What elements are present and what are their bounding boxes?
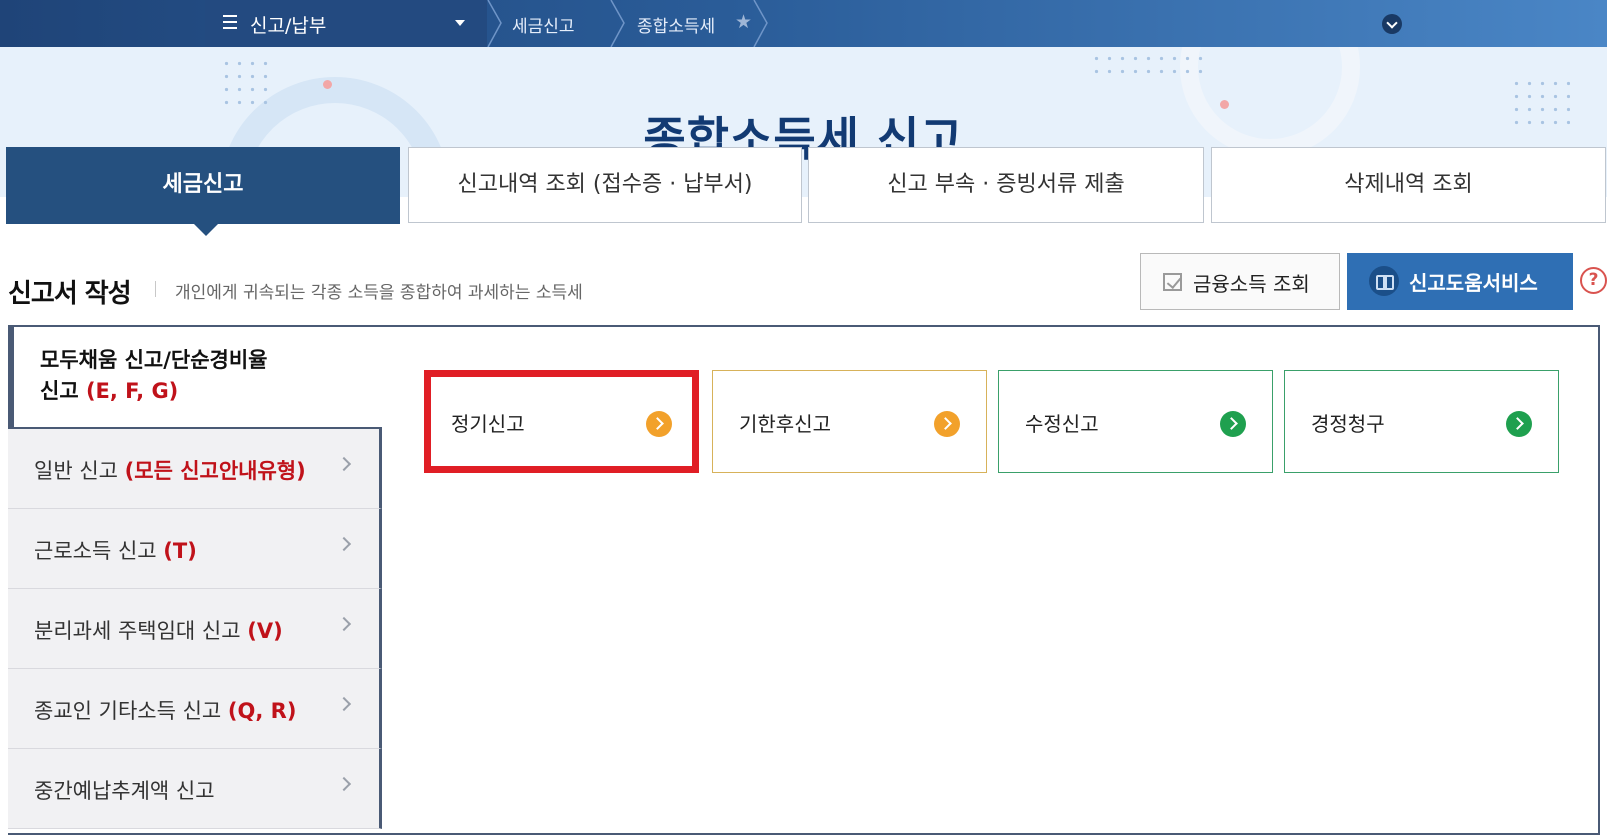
arrow-right-icon — [934, 411, 960, 437]
sidebar-item-general[interactable]: 일반 신고 (모든 신고안내유형) — [8, 429, 382, 509]
sidebar-item-label: 분리과세 주택임대 신고 — [34, 619, 241, 643]
card-amended-filing[interactable]: 수정신고 — [998, 370, 1273, 473]
decor-dots — [1090, 52, 1210, 80]
card-late-filing[interactable]: 기한후신고 — [712, 370, 987, 473]
sidebar-item-code: (E, F, G) — [85, 379, 179, 403]
breadcrumb-separator-icon — [610, 0, 625, 47]
sidebar-item-text: 근로소득 신고 (T) — [34, 535, 197, 565]
sidebar-item-label: 종교인 기타소득 신고 — [34, 699, 222, 723]
card-correction-claim[interactable]: 경정청구 — [1284, 370, 1559, 473]
sidebar-item-text: 종교인 기타소득 신고 (Q, R) — [34, 695, 296, 725]
button-label: 신고도움서비스 — [1409, 271, 1538, 295]
sidebar-item-prefilled[interactable]: 모두채움 신고/단순경비율 신고 (E, F, G) — [8, 325, 382, 429]
sidebar-item-text: 분리과세 주택임대 신고 (V) — [34, 615, 283, 645]
tab-bar: 세금신고 신고내역 조회 (접수증 · 납부서) 신고 부속 · 증빙서류 제출… — [0, 147, 1607, 225]
filing-type-sidebar: 모두채움 신고/단순경비율 신고 (E, F, G) 일반 신고 (모든 신고안… — [8, 325, 382, 835]
sidebar-item-code: (T) — [163, 539, 197, 563]
sidebar-item-label: 신고 — [40, 379, 79, 403]
chevron-right-icon — [336, 536, 352, 552]
caret-down-icon — [455, 20, 465, 26]
button-label: 금융소득 조회 — [1193, 272, 1310, 296]
active-tab-pointer — [193, 223, 219, 236]
arrow-right-icon — [1220, 411, 1246, 437]
expand-chevron-icon[interactable] — [1382, 14, 1402, 34]
card-label: 정기신고 — [451, 412, 525, 436]
help-question-icon[interactable]: ? — [1580, 267, 1607, 294]
divider — [155, 281, 156, 297]
sidebar-item-earned-income[interactable]: 근로소득 신고 (T) — [8, 509, 382, 589]
sidebar-item-interim-prepayment[interactable]: 중간예납추계액 신고 — [8, 749, 382, 829]
checkbox-icon — [1163, 273, 1182, 291]
sidebar-item-rental-income[interactable]: 분리과세 주택임대 신고 (V) — [8, 589, 382, 669]
card-label: 경정청구 — [1311, 412, 1385, 436]
arrow-right-icon — [1506, 411, 1532, 437]
financial-income-lookup-button[interactable]: 금융소득 조회 — [1140, 253, 1340, 310]
breadcrumb-separator-icon — [753, 0, 768, 47]
sidebar-item-label: 중간예납추계액 신고 — [34, 779, 215, 803]
chevron-right-icon — [336, 456, 352, 472]
sidebar-item-label: 일반 신고 — [34, 459, 118, 483]
tab-filing-history[interactable]: 신고내역 조회 (접수증 · 납부서) — [408, 147, 802, 223]
section-title: 신고서 작성 — [8, 279, 132, 309]
breadcrumb-tax-filing[interactable]: 세금신고 — [512, 12, 575, 37]
sidebar-item-label: 모두채움 신고/단순경비율 — [40, 348, 268, 372]
sidebar-item-text: 일반 신고 (모든 신고안내유형) — [34, 455, 306, 485]
menu-label: 신고/납부 — [250, 15, 327, 37]
filing-help-service-button[interactable]: 신고도움서비스 — [1347, 253, 1573, 310]
card-regular-filing[interactable]: 정기신고 — [424, 370, 699, 473]
breadcrumb-separator-icon — [487, 0, 502, 47]
sidebar-item-text: 중간예납추계액 신고 — [34, 775, 215, 805]
chevron-right-icon — [336, 696, 352, 712]
card-label: 기한후신고 — [739, 412, 831, 436]
chevron-right-icon — [336, 616, 352, 632]
chevron-right-icon — [336, 776, 352, 792]
arrow-right-icon — [646, 411, 672, 437]
sidebar-item-religious-income[interactable]: 종교인 기타소득 신고 (Q, R) — [8, 669, 382, 749]
sidebar-item-code: (V) — [247, 619, 283, 643]
sidebar-item-code: (Q, R) — [227, 699, 297, 723]
sidebar-item-label: 근로소득 신고 — [34, 539, 157, 563]
favorite-star-icon[interactable]: ★ — [735, 11, 752, 33]
hamburger-icon — [223, 15, 237, 29]
breadcrumb-income-tax[interactable]: 종합소득세 — [637, 12, 715, 37]
menu-dropdown[interactable]: 신고/납부 — [205, 0, 487, 47]
section-description: 개인에게 귀속되는 각종 소득을 종합하여 과세하는 소득세 — [175, 283, 583, 303]
decor-dot — [323, 80, 332, 89]
book-icon — [1369, 266, 1399, 296]
card-label: 수정신고 — [1025, 412, 1099, 436]
top-navigation-bar: 신고/납부 세금신고 종합소득세 ★ — [0, 0, 1607, 47]
tab-deleted-history[interactable]: 삭제내역 조회 — [1211, 147, 1606, 223]
sidebar-item-code: (모든 신고안내유형) — [124, 459, 306, 483]
sidebar-item-label-line2: 신고 (E, F, G) — [40, 376, 382, 407]
tab-tax-filing[interactable]: 세금신고 — [6, 147, 400, 224]
tab-attachment-submission[interactable]: 신고 부속 · 증빙서류 제출 — [808, 147, 1204, 223]
